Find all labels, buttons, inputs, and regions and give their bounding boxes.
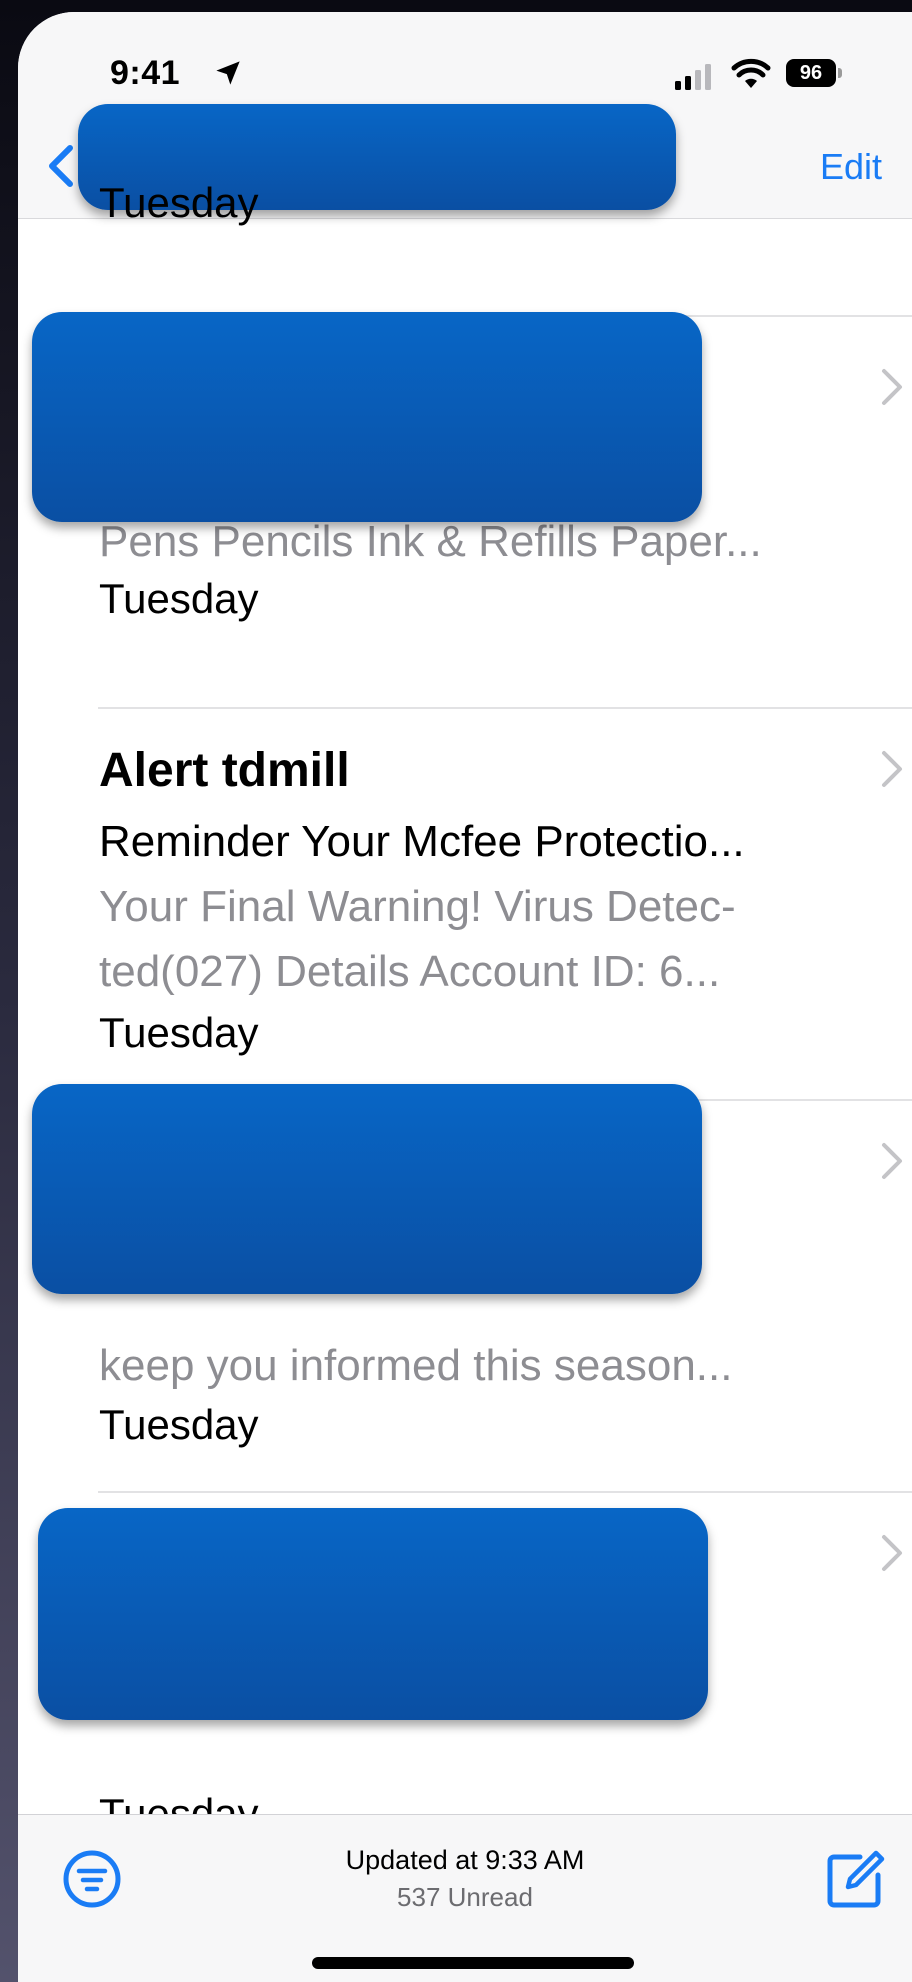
cellular-signal-icon (675, 64, 711, 90)
message-date: Tuesday (99, 575, 259, 622)
chevron-right-icon (882, 1143, 902, 1179)
compose-icon[interactable] (824, 1849, 886, 1911)
message-preview: Your Final Warning! Virus Detec- ted(027… (99, 874, 889, 1004)
unread-count: 537 Unread (397, 1882, 533, 1912)
mailbox-status: Updated at 9:33 AM 537 Unread (18, 1845, 912, 1913)
message-row[interactable]: Tuesday (18, 179, 912, 317)
message-row[interactable]: Alert tdmill Reminder Your Mcfee Protect… (18, 709, 912, 1101)
chevron-right-icon (882, 751, 902, 787)
redacted-message-4 (32, 1084, 702, 1294)
message-preview-partial: Pens Pencils Ink & Refills Paper... (99, 517, 762, 566)
message-preview-line-1: Your Final Warning! Virus Detec- (99, 882, 736, 931)
mail-screen: 9:41 96 Edit Tuesday Pens Pencils Ink & … (18, 12, 912, 1982)
back-chevron-icon[interactable] (44, 144, 76, 188)
message-date: Tuesday (99, 179, 259, 226)
message-date: Tuesday (99, 1401, 259, 1448)
updated-time: Updated at 9:33 AM (345, 1845, 585, 1875)
edit-button[interactable]: Edit (812, 146, 882, 188)
message-sender: Alert tdmill (99, 744, 350, 797)
message-preview-partial: keep you informed this season... (99, 1341, 733, 1390)
battery-level: 96 (786, 59, 836, 87)
battery-icon: 96 (786, 59, 842, 89)
message-date: Tuesday (99, 1009, 259, 1056)
message-preview-line-2: ted(027) Details Account ID: 6... (99, 947, 721, 996)
wifi-icon (731, 58, 771, 88)
location-arrow-icon (216, 61, 240, 85)
redacted-message-2 (32, 312, 702, 522)
home-indicator (312, 1957, 634, 1969)
chevron-right-icon (882, 1535, 902, 1571)
chevron-right-icon (882, 369, 902, 405)
battery-cap (838, 68, 842, 78)
message-subject: Reminder Your Mcfee Protectio... (99, 817, 745, 866)
status-time: 9:41 (110, 54, 181, 92)
redacted-message-5 (38, 1508, 708, 1720)
